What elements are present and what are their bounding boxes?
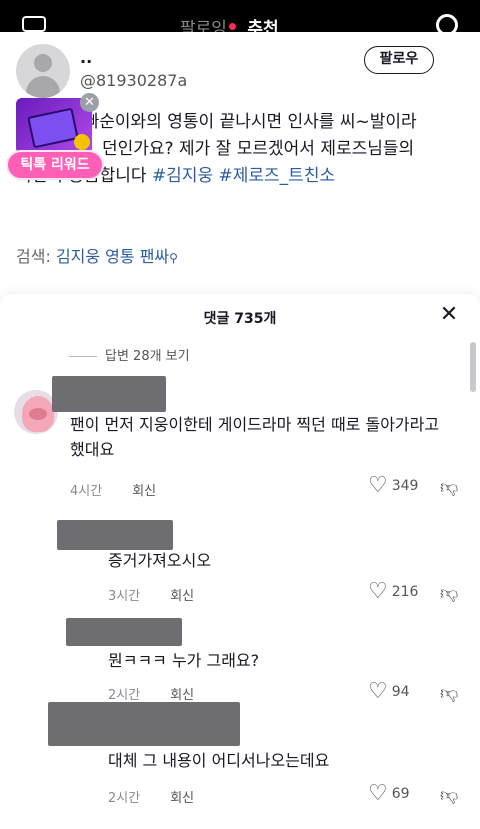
follow-button[interactable]: 팔로우 xyxy=(364,46,434,74)
view-replies[interactable]: 답변 28개 보기 xyxy=(69,345,190,364)
redacted-username xyxy=(48,702,240,746)
redacted-username xyxy=(57,520,173,550)
hashtag[interactable]: #제로즈_트친소 xyxy=(219,166,336,186)
redacted-username xyxy=(52,376,166,412)
reply-button[interactable]: 회신 xyxy=(170,688,194,703)
heart-icon: ♡ xyxy=(368,579,388,604)
related-search: 검색: 김지웅 영통 팬싸⚲ xyxy=(16,243,178,267)
comment-text: 팬이 먼저 지웅이한테 게이드라마 찍던 때로 돌아가라고 했대요 xyxy=(70,415,440,459)
post: .. @81930287a 팔로우 팬빠순이와의 영통이 끝나시면 인사를 씨~… xyxy=(0,32,480,294)
reply-button[interactable]: 회신 xyxy=(170,791,194,806)
comment-text: 대체 그 내용이 어디서나오는데요 xyxy=(108,751,330,770)
heart-icon: ♡ xyxy=(368,679,388,704)
dislike-icon[interactable]: 👎︎ xyxy=(440,582,458,604)
comment-meta: 4시간 회신 xyxy=(70,484,157,499)
like-button[interactable]: ♡ 69 xyxy=(368,781,410,806)
reward-badge[interactable]: 틱톡 리워드 xyxy=(6,150,104,180)
top-bar: 팔로잉 추천 xyxy=(0,0,480,39)
comment-meta: 3시간 회신 xyxy=(108,589,195,604)
like-button[interactable]: ♡ 216 xyxy=(368,579,418,604)
username: @81930287a xyxy=(80,71,188,90)
close-icon[interactable]: ✕ xyxy=(436,302,462,328)
like-button[interactable]: ♡ 94 xyxy=(368,679,410,704)
caption-line-1: 빠순이와의 영통이 끝나시면 인사를 씨~발이라 xyxy=(83,112,417,132)
caption-line-2: 던인가요? 제가 잘 모르겠어서 제로즈님들의 xyxy=(102,139,415,159)
search-link[interactable]: 김지웅 영통 팬싸 xyxy=(56,247,169,266)
comment-meta: 2시간 회신 xyxy=(108,688,195,703)
close-icon[interactable]: ✕ xyxy=(80,93,99,112)
like-button[interactable]: ♡ 349 xyxy=(368,473,418,498)
redacted-username xyxy=(66,618,182,646)
comment-text: 증거가져오시오 xyxy=(108,551,212,570)
tv-icon[interactable] xyxy=(22,16,46,32)
heart-icon: ♡ xyxy=(368,781,388,806)
search-icon: ⚲ xyxy=(169,251,178,265)
notification-dot xyxy=(228,22,236,30)
dislike-icon[interactable]: 👎︎ xyxy=(440,476,458,498)
comments-title: 댓글 735개 xyxy=(203,311,277,327)
dislike-icon[interactable]: 👎︎ xyxy=(440,784,458,806)
heart-icon: ♡ xyxy=(368,473,388,498)
hashtag[interactable]: #김지웅 xyxy=(152,166,213,186)
reply-button[interactable]: 회신 xyxy=(132,484,156,499)
comments-sheet: 댓글 735개 ✕ 답변 28개 보기 팬이 먼저 지웅이한테 게이드라마 찍던… xyxy=(0,294,480,829)
comment-meta: 2시간 회신 xyxy=(108,791,195,806)
search-label: 검색: xyxy=(16,247,51,266)
dislike-icon[interactable]: 👎︎ xyxy=(440,682,458,704)
display-name: .. xyxy=(80,48,93,67)
reply-button[interactable]: 회신 xyxy=(170,589,194,604)
scrollbar[interactable] xyxy=(470,342,476,392)
avatar[interactable] xyxy=(16,44,70,98)
comment-text: 뭔ㅋㅋㅋ 누가 그래요? xyxy=(108,651,260,670)
